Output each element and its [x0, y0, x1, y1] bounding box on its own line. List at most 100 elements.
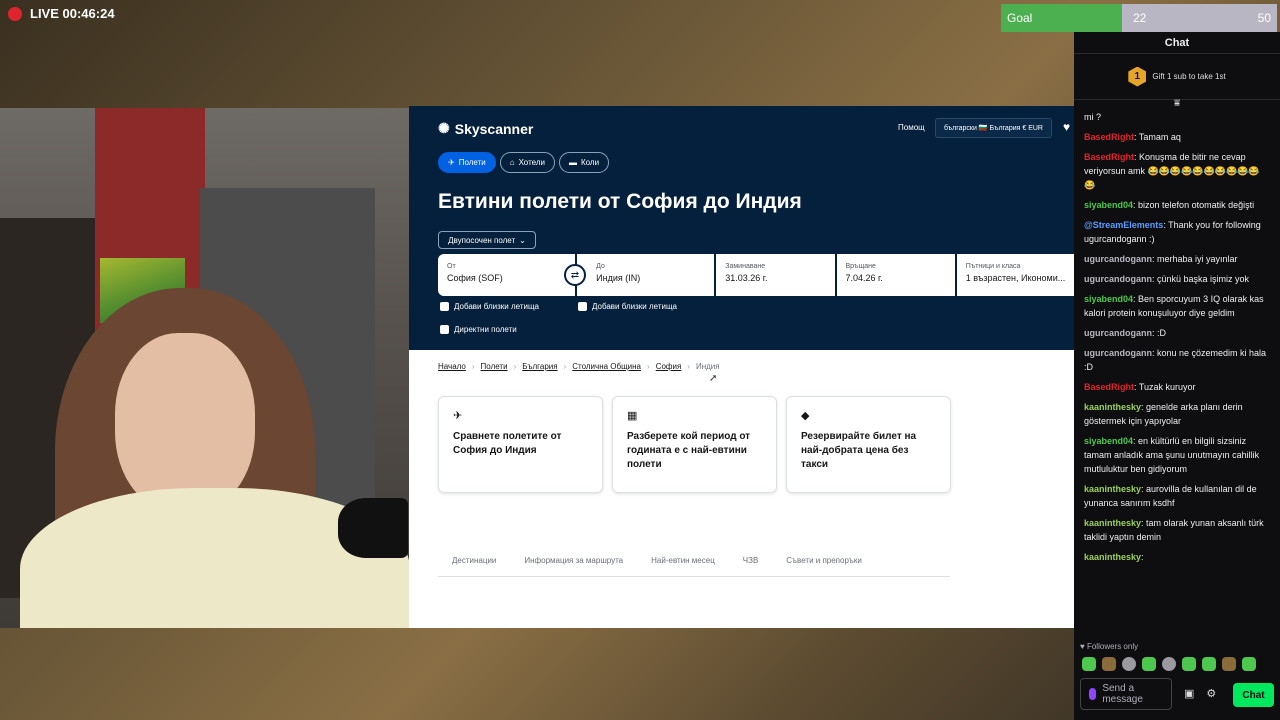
chat-message: ugurcandogann: çünkü başka işimiz yok [1084, 272, 1270, 286]
chevron-right-icon: › [687, 362, 690, 371]
breadcrumb-flights[interactable]: Полети [481, 362, 508, 371]
chat-username[interactable]: @StreamElements [1084, 220, 1163, 230]
to-label: До [596, 263, 605, 270]
chat-username[interactable]: kaaninthesky [1084, 402, 1141, 412]
chat-message-text: : merhaba iyi yayınlar [1152, 254, 1238, 264]
goal-current: 22 [1133, 11, 1147, 25]
chevron-right-icon: › [563, 362, 567, 371]
tab-flights[interactable]: ✈ Полети [438, 152, 496, 173]
microphone-icon[interactable] [1089, 688, 1097, 700]
emote-icon[interactable] [1142, 657, 1156, 671]
chat-message: ugurcandogann: merhaba iyi yayınlar [1084, 252, 1270, 266]
depart-field[interactable]: Заминаване 31.03.26 г. [716, 254, 835, 296]
chat-message-text: : çünkü başka işimiz yok [1152, 274, 1250, 284]
card-text: Резервирайте билет на най-добрата цена б… [801, 431, 917, 470]
to-value: Индия (IN) [596, 273, 641, 283]
webcam-feed [0, 108, 410, 628]
chat-username[interactable]: siyabend04 [1084, 200, 1133, 210]
from-label: От [447, 263, 456, 270]
search-hero: ✺ Skyscanner Помощ български 🇧🇬 България… [409, 106, 1074, 350]
chat-username[interactable]: kaaninthesky [1084, 484, 1141, 494]
chat-message: BasedRight: Konuşma de bitir ne cevap ve… [1084, 150, 1270, 192]
info-cards: ✈ Сравнете полетите от София до Индия ▦ … [438, 396, 951, 493]
chat-send-button[interactable]: Chat [1233, 683, 1274, 707]
page-subnav: Дестинации Информация за маршрута Най-ев… [438, 552, 950, 577]
live-indicator: LIVE 00:46:24 [8, 6, 115, 21]
breadcrumb-region[interactable]: Столична Община [572, 362, 641, 371]
skyscanner-logo[interactable]: ✺ Skyscanner [438, 120, 533, 137]
chat-message: ugurcandogann: :D [1084, 326, 1270, 340]
expand-icon[interactable]: ⩸ [1074, 99, 1280, 110]
chat-username[interactable]: ugurcandogann [1084, 274, 1152, 284]
checkbox-box [578, 302, 587, 311]
chat-username[interactable]: BasedRight [1084, 382, 1134, 392]
chat-message: BasedRight: Tamam aq [1084, 130, 1270, 144]
emote-icon[interactable] [1082, 657, 1096, 671]
info-card-period[interactable]: ▦ Разберете кой период от годината е с н… [612, 396, 777, 493]
chat-username[interactable]: ugurcandogann [1084, 328, 1152, 338]
chat-username[interactable]: ugurcandogann [1084, 348, 1152, 358]
subnav-tips[interactable]: Съвети и препоръки [786, 556, 862, 565]
emote-icon[interactable] [1242, 657, 1256, 671]
chevron-right-icon: › [647, 362, 650, 371]
chat-message: BasedRight: Tuzak kuruyor [1084, 380, 1270, 394]
breadcrumb-current: Индия [695, 362, 720, 371]
chat-username[interactable]: BasedRight [1084, 132, 1134, 142]
depart-value: 31.03.26 г. [725, 273, 768, 283]
subnav-destinations[interactable]: Дестинации [452, 556, 496, 565]
info-card-compare[interactable]: ✈ Сравнете полетите от София до Индия [438, 396, 603, 493]
chat-username[interactable]: ugurcandogann [1084, 254, 1152, 264]
chat-username[interactable]: BasedRight [1084, 152, 1134, 162]
chat-username[interactable]: kaaninthesky [1084, 518, 1141, 528]
chat-message-text: : Tamam aq [1134, 132, 1181, 142]
subnav-faq[interactable]: ЧЗВ [743, 556, 759, 565]
direct-flights-checkbox[interactable]: Директни полети [440, 325, 517, 334]
nearby-airports-to-checkbox[interactable]: Добави близки летища [578, 302, 677, 311]
chat-input[interactable]: Send a message [1080, 678, 1172, 710]
chat-username[interactable]: siyabend04 [1084, 294, 1133, 304]
subnav-route-info[interactable]: Информация за маршрута [524, 556, 623, 565]
chat-message: siyabend04: Ben sporcuyum 3 IQ olarak ka… [1084, 292, 1270, 320]
gift-leaderboard[interactable]: 1 Gift 1 sub to take 1st [1074, 54, 1280, 100]
heart-icon[interactable]: ♥ [1063, 120, 1070, 134]
from-value: София (SOF) [447, 273, 503, 283]
trip-type-dropdown[interactable]: Двупосочен полет ⌄ [438, 231, 536, 249]
calendar-icon: ▦ [627, 410, 638, 422]
locale-selector[interactable]: български 🇧🇬 България € EUR [935, 118, 1052, 138]
chat-username[interactable]: kaaninthesky [1084, 552, 1141, 562]
breadcrumb-country[interactable]: България [522, 362, 557, 371]
emote-icon[interactable] [1182, 657, 1196, 671]
store-icon[interactable]: ▣ [1184, 687, 1194, 700]
help-link[interactable]: Помощ [898, 123, 925, 132]
emote-icon[interactable] [1202, 657, 1216, 671]
page-title: Евтини полети от София до Индия [438, 190, 802, 213]
passengers-value: 1 възрастен, Икономи... [965, 273, 1066, 283]
emote-bar [1082, 657, 1256, 671]
swap-icon[interactable]: ⇄ [564, 264, 586, 286]
chat-message-text: : Tuzak kuruyor [1134, 382, 1196, 392]
checkbox-label: Добави близки летища [592, 302, 677, 311]
tab-hotels[interactable]: ⌂ Хотели [499, 152, 555, 173]
settings-gear-icon[interactable]: ⚙ [1206, 687, 1216, 700]
emote-icon[interactable] [1162, 657, 1176, 671]
return-field[interactable]: Връщане 7.04.26 г. [836, 254, 955, 296]
chat-username[interactable]: siyabend04 [1084, 436, 1133, 446]
emote-icon[interactable] [1222, 657, 1236, 671]
breadcrumb-city[interactable]: София [656, 362, 682, 371]
emote-icon[interactable] [1102, 657, 1116, 671]
passengers-field[interactable]: Пътници и класа 1 възрастен, Икономи... [956, 254, 1074, 296]
chat-message: siyabend04: en kültürlü en bilgili sizsi… [1084, 434, 1270, 476]
emote-icon[interactable] [1122, 657, 1136, 671]
checkbox-label: Добави близки летища [454, 302, 539, 311]
info-card-book[interactable]: ◆ Резервирайте билет на най-добрата цена… [786, 396, 951, 493]
subnav-cheapest-month[interactable]: Най-евтин месец [651, 556, 715, 565]
from-field[interactable]: От София (SOF) ⇄ [438, 254, 586, 296]
breadcrumb-home[interactable]: Начало [438, 362, 466, 371]
tab-cars[interactable]: ▬ Коли [558, 152, 610, 173]
to-field[interactable]: До Индия (IN) [577, 254, 715, 296]
tab-hotels-label: Хотели [518, 158, 545, 167]
nearby-airports-from-checkbox[interactable]: Добави близки летища [440, 302, 539, 311]
sunrise-icon: ✺ [438, 120, 450, 136]
live-dot-icon [8, 6, 22, 21]
chat-message: kaaninthesky: genelde arka planı derin g… [1084, 400, 1270, 428]
